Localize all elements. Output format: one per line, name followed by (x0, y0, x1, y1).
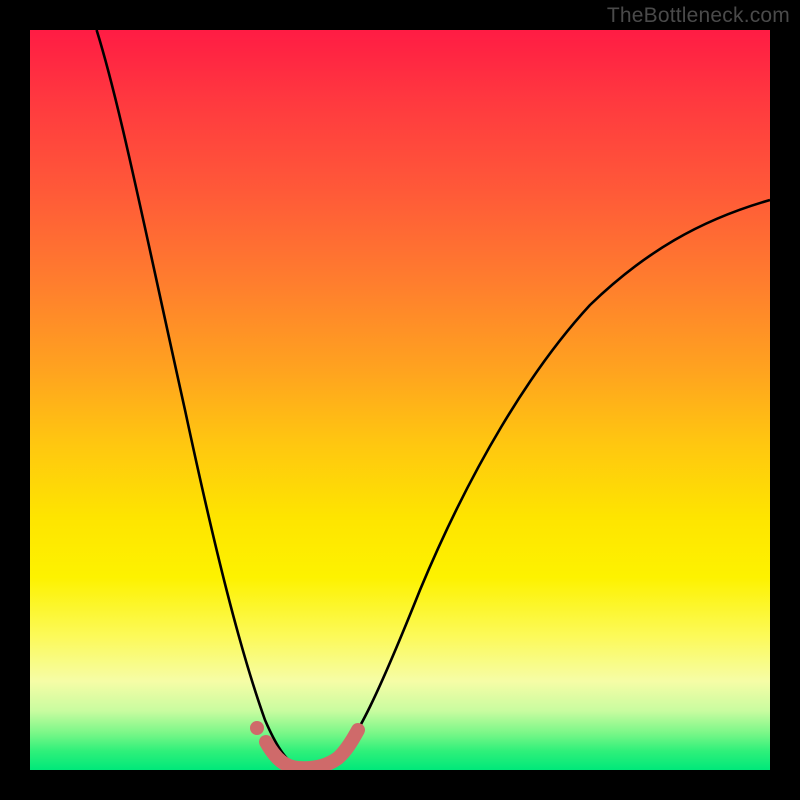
watermark-text: TheBottleneck.com (607, 4, 790, 28)
chart-frame: TheBottleneck.com (0, 0, 800, 800)
curve-layer (30, 30, 770, 770)
optimal-highlight (250, 721, 358, 768)
bottleneck-curve (97, 30, 770, 766)
plot-area (30, 30, 770, 770)
